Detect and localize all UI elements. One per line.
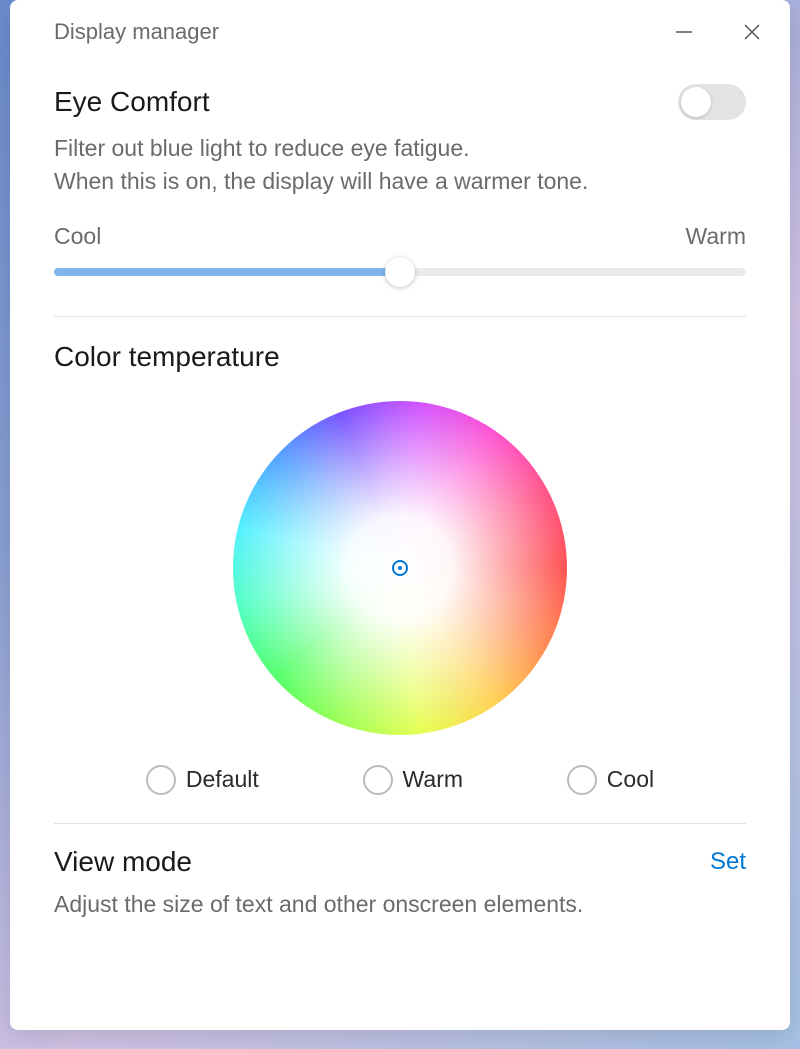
color-wheel[interactable] (233, 401, 567, 735)
window-controls (670, 18, 766, 46)
color-wheel-container (54, 401, 746, 735)
temperature-slider[interactable] (54, 268, 746, 276)
eye-comfort-title: Eye Comfort (54, 86, 210, 118)
color-temp-header: Color temperature (54, 341, 746, 373)
radio-warm[interactable]: Warm (363, 765, 463, 795)
titlebar: Display manager (10, 0, 790, 56)
radio-default[interactable]: Default (146, 765, 259, 795)
divider (54, 316, 746, 317)
color-temp-title: Color temperature (54, 341, 280, 373)
slider-thumb[interactable] (385, 257, 415, 287)
close-button[interactable] (738, 18, 766, 46)
radio-cool[interactable]: Cool (567, 765, 654, 795)
radio-label: Warm (403, 766, 463, 793)
radio-icon (146, 765, 176, 795)
color-temp-options: Default Warm Cool (54, 765, 746, 795)
eye-comfort-toggle[interactable] (678, 84, 746, 120)
display-manager-window: Display manager Eye Comfort Filter out b… (10, 0, 790, 1030)
slider-fill (54, 268, 400, 276)
slider-labels: Cool Warm (54, 223, 746, 250)
view-mode-header: View mode Set (54, 846, 746, 878)
radio-icon (363, 765, 393, 795)
close-icon (742, 22, 762, 42)
window-title: Display manager (54, 19, 670, 45)
radio-icon (567, 765, 597, 795)
eye-comfort-header: Eye Comfort (54, 84, 746, 120)
color-wheel-marker-icon[interactable] (392, 560, 408, 576)
content-area: Eye Comfort Filter out blue light to red… (10, 56, 790, 1030)
view-mode-set-link[interactable]: Set (710, 848, 746, 876)
slider-label-left: Cool (54, 223, 101, 250)
view-mode-description: Adjust the size of text and other onscre… (54, 888, 746, 921)
minimize-icon (674, 22, 694, 42)
divider (54, 823, 746, 824)
toggle-knob (681, 87, 711, 117)
eye-comfort-description: Filter out blue light to reduce eye fati… (54, 132, 746, 199)
radio-label: Default (186, 766, 259, 793)
minimize-button[interactable] (670, 18, 698, 46)
view-mode-title: View mode (54, 846, 192, 878)
slider-label-right: Warm (686, 223, 746, 250)
radio-label: Cool (607, 766, 654, 793)
